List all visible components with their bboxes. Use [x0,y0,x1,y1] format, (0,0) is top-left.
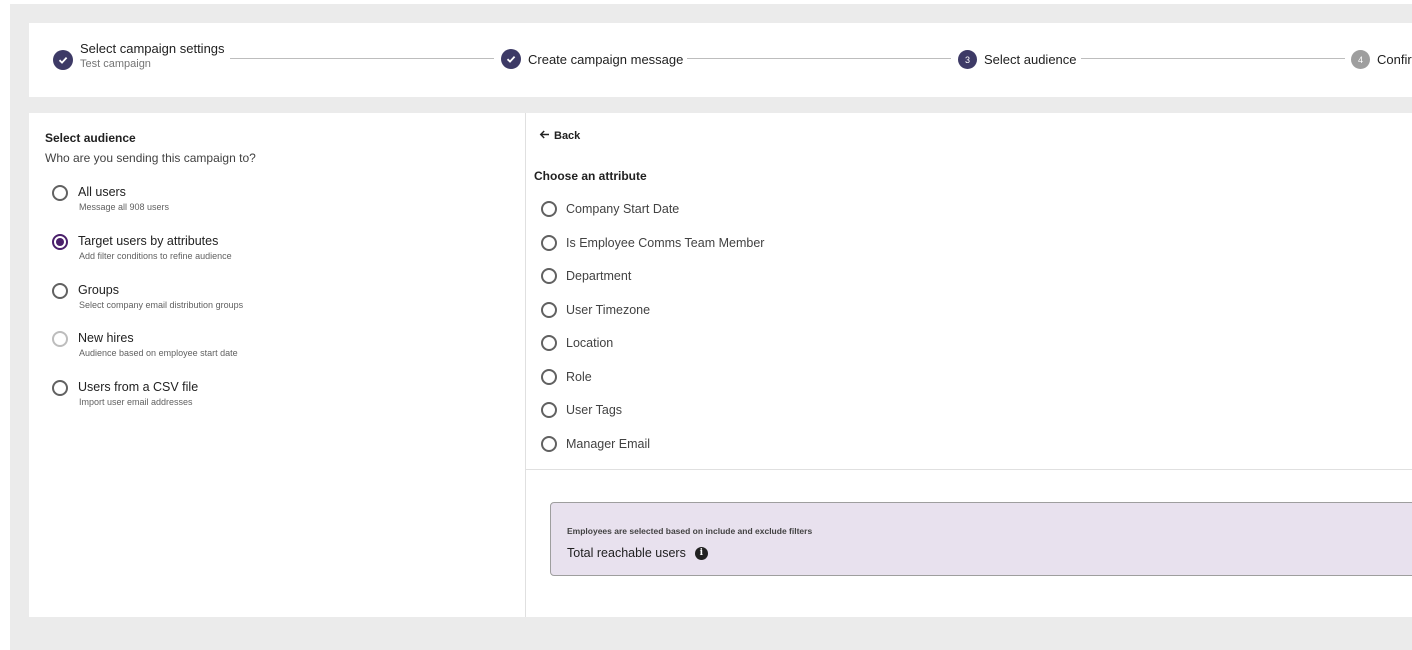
radio-button[interactable] [52,185,68,201]
radio-button[interactable] [541,369,557,385]
reachable-users-row: Total reachable users i [567,546,708,560]
audience-panel: Select audience Who are you sending this… [29,113,525,617]
option-description: Message all 908 users [79,202,170,212]
attribute-label: Company Start Date [566,202,680,216]
attribute-option[interactable]: Location [541,335,613,351]
attribute-label: Manager Email [566,437,651,451]
reachable-users-label: Total reachable users [567,546,686,560]
filter-note: Employees are selected based on include … [567,526,813,536]
step-label: Select audience [984,52,1077,67]
radio-button[interactable] [52,283,68,299]
step-label: Create campaign message [528,51,684,67]
step-connector [687,58,951,59]
audience-option-target-attributes[interactable]: Target users by attributes Add filter co… [52,234,232,262]
audience-option-csv-file[interactable]: Users from a CSV file Import user email … [52,380,198,408]
radio-button[interactable] [541,268,557,284]
check-icon [53,49,73,70]
attribute-option[interactable]: Manager Email [541,436,650,452]
attribute-label: Role [566,370,592,384]
radio-button[interactable] [541,235,557,251]
step-connector [230,58,494,59]
back-button[interactable]: Back [539,127,580,145]
attribute-option[interactable]: Is Employee Comms Team Member [541,235,764,251]
check-icon [501,49,521,69]
option-description: Audience based on employee start date [79,348,238,358]
campaign-stepper: Select campaign settings Test campaign C… [29,23,1412,97]
radio-button-disabled [52,331,68,347]
audience-option-groups[interactable]: Groups Select company email distribution… [52,283,243,311]
section-divider [526,469,1412,470]
step-label: Select campaign settings [80,41,225,56]
option-label: Users from a CSV file [78,380,199,394]
radio-button[interactable] [541,201,557,217]
attribute-panel: Back Choose an attribute Company Start D… [526,113,1412,617]
attribute-label: Location [566,336,614,350]
attribute-option[interactable]: User Timezone [541,302,650,318]
radio-button[interactable] [52,380,68,396]
step-campaign-message[interactable]: Create campaign message [501,49,683,69]
attribute-option[interactable]: User Tags [541,402,622,418]
step-select-audience[interactable]: 3 Select audience [958,50,1077,69]
option-label: Groups [78,283,119,297]
option-description: Add filter conditions to refine audience [79,251,232,261]
step-sublabel: Test campaign [80,58,151,70]
audience-option-new-hires: New hires Audience based on employee sta… [52,331,238,359]
radio-button[interactable] [541,302,557,318]
option-label: Target users by attributes [78,234,219,248]
info-icon[interactable]: i [694,546,708,560]
attribute-label: Department [566,269,632,283]
step-confirm[interactable]: 4 Confir [1351,50,1412,69]
radio-button[interactable] [541,402,557,418]
reachable-users-summary: Employees are selected based on include … [550,502,1412,576]
attribute-label: User Tags [566,403,623,417]
attribute-option[interactable]: Company Start Date [541,201,679,217]
audience-option-all-users[interactable]: All users Message all 908 users [52,185,169,213]
attribute-option[interactable]: Department [541,268,631,284]
option-description: Select company email distribution groups [79,300,244,310]
option-label: New hires [78,331,134,345]
back-label: Back [554,130,581,142]
radio-button[interactable] [541,335,557,351]
step-number-badge: 3 [958,50,977,69]
step-number-badge: 4 [1351,50,1370,69]
attribute-option[interactable]: Role [541,369,592,385]
radio-button[interactable] [541,436,557,452]
step-label: Confir [1377,52,1412,67]
attribute-label: Is Employee Comms Team Member [566,236,765,250]
option-description: Import user email addresses [79,397,193,407]
attribute-label: User Timezone [566,303,651,317]
step-connector [1081,58,1345,59]
radio-button-selected[interactable] [52,234,68,250]
arrow-left-icon [539,127,550,145]
section-title: Select audience [45,131,136,145]
option-label: All users [78,185,126,199]
step-campaign-settings[interactable]: Select campaign settings Test campaign [53,41,225,71]
section-subtitle: Who are you sending this campaign to? [45,151,256,165]
attribute-list-title: Choose an attribute [534,169,647,183]
